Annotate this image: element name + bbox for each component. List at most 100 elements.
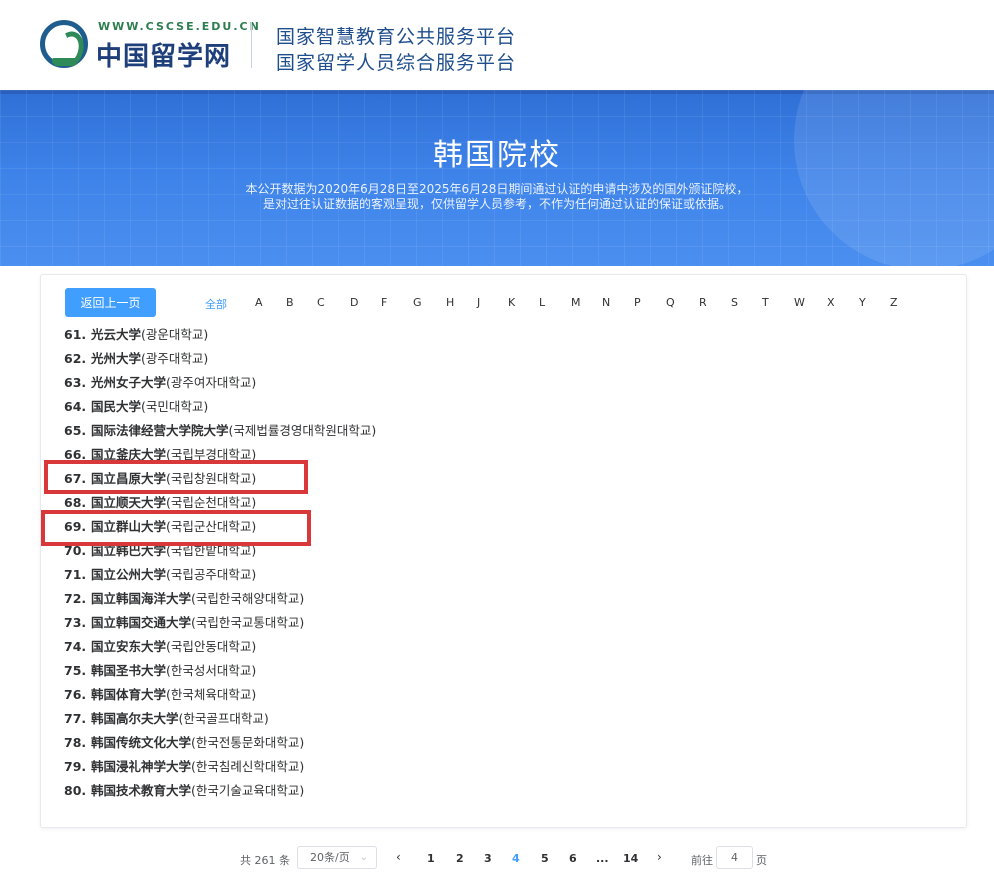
school-list: 61. 光云大学(광운대학교) 62. 光州大学(광주대학교) 63. 光州女子大学(광주… [64, 323, 944, 803]
school-number: 62. [64, 351, 87, 366]
letter-filter-g[interactable]: G [413, 296, 422, 309]
letter-filter-a[interactable]: A [255, 296, 263, 309]
school-name-cn: 韩国技术教育大学 [91, 783, 192, 798]
page-size-value: 20条/页 [310, 851, 350, 864]
school-name-kr: (국립공주대학교) [166, 567, 257, 582]
school-name-cn: 国民大学 [91, 399, 142, 414]
school-number: 65. [64, 423, 87, 438]
list-item[interactable]: 75. 韩国圣书大学(한국성서대학교) [64, 659, 944, 683]
school-name-cn: 韩国传统文化大学 [91, 735, 192, 750]
page-number-5[interactable]: 5 [541, 852, 549, 865]
page-number-4[interactable]: 4 [512, 852, 520, 865]
list-item[interactable]: 64. 国民大学(국민대학교) [64, 395, 944, 419]
page-number-14[interactable]: 14 [623, 852, 638, 865]
school-name-kr: (한국성서대학교) [166, 663, 257, 678]
school-name-cn: 韩国圣书大学 [91, 663, 167, 678]
page-number-2[interactable]: 2 [456, 852, 464, 865]
highlight-box-69 [41, 510, 311, 546]
list-item[interactable]: 73. 国立韩国交通大学(국립한국교통대학교) [64, 611, 944, 635]
school-number: 78. [64, 735, 87, 750]
school-name-cn: 国立韩国交通大学 [91, 615, 192, 630]
school-number: 79. [64, 759, 87, 774]
letter-filter-j[interactable]: J [477, 296, 480, 309]
school-name-cn: 国立安东大学 [91, 639, 167, 654]
letter-filter-d[interactable]: D [350, 296, 358, 309]
list-item[interactable]: 78. 韩国传统文化大学(한국전통문화대학교) [64, 731, 944, 755]
letter-filter-l[interactable]: L [539, 296, 545, 309]
school-name-cn: 韩国浸礼神学大学 [91, 759, 192, 774]
letter-filter-h[interactable]: H [446, 296, 454, 309]
back-button[interactable]: 返回上一页 [65, 288, 156, 317]
list-item[interactable]: 61. 光云大学(광운대학교) [64, 323, 944, 347]
list-item[interactable]: 62. 光州大学(광주대학교) [64, 347, 944, 371]
list-item[interactable]: 71. 国立公州大学(국립공주대학교) [64, 563, 944, 587]
chevron-right-icon[interactable]: › [657, 850, 662, 864]
list-item[interactable]: 76. 韩国体育大学(한국체육대학교) [64, 683, 944, 707]
school-number: 73. [64, 615, 87, 630]
list-item[interactable]: 77. 韩国高尔夫大学(한국골프대학교) [64, 707, 944, 731]
school-number: 61. [64, 327, 87, 342]
letter-filter-s[interactable]: S [731, 296, 738, 309]
school-number: 74. [64, 639, 87, 654]
logo-url: WWW.CSCSE.EDU.CN [98, 20, 261, 33]
pagination-total: 共 261 条 [240, 854, 290, 867]
highlight-box-67 [44, 460, 308, 494]
school-name-cn: 光云大学 [91, 327, 142, 342]
list-item[interactable]: 65. 国际法律经营大学院大学(국제법률경영대학원대학교) [64, 419, 944, 443]
school-name-kr: (국립한국교통대학교) [191, 615, 305, 630]
letter-filter-m[interactable]: M [571, 296, 581, 309]
chevron-left-icon[interactable]: ‹ [396, 850, 401, 864]
school-number: 77. [64, 711, 87, 726]
goto-label: 前往 [691, 854, 713, 867]
school-name-cn: 国际法律经营大学院大学 [91, 423, 229, 438]
letter-filter-b[interactable]: B [286, 296, 294, 309]
school-name-kr: (국제법률경영대학원대학교) [228, 423, 377, 438]
letter-filter-q[interactable]: Q [666, 296, 675, 309]
school-name-kr: (한국침례신학대학교) [191, 759, 305, 774]
page-ellipsis[interactable]: ... [596, 852, 609, 865]
banner-description-2: 是对过往认证数据的客观呈现，仅供留学人员参考，不作为任何通过认证的保证或依据。 [262, 197, 731, 211]
letter-filter-t[interactable]: T [762, 296, 769, 309]
list-item[interactable]: 72. 国立韩国海洋大学(국립한국해양대학교) [64, 587, 944, 611]
school-name-kr: (광주대학교) [141, 351, 209, 366]
school-name-kr: (국립안동대학교) [166, 639, 257, 654]
list-item[interactable]: 74. 国立安东大学(국립안동대학교) [64, 635, 944, 659]
letter-filter-x[interactable]: X [827, 296, 835, 309]
letter-filter-z[interactable]: Z [890, 296, 898, 309]
page-size-select[interactable]: 20条/页 ⌄ [297, 846, 377, 869]
page-suffix: 页 [756, 854, 767, 867]
header-divider [251, 22, 252, 68]
school-number: 76. [64, 687, 87, 702]
page-number-3[interactable]: 3 [484, 852, 492, 865]
site-logo[interactable]: WWW.CSCSE.EDU.CN 中国留学网 [38, 18, 259, 74]
school-name-kr: (한국전통문화대학교) [191, 735, 305, 750]
school-name-cn: 韩国体育大学 [91, 687, 167, 702]
school-name-kr: (광운대학교) [141, 327, 209, 342]
school-name-cn: 国立顺天大学 [91, 495, 167, 510]
list-item[interactable]: 79. 韩国浸礼神学大学(한국침례신학대학교) [64, 755, 944, 779]
letter-filter-p[interactable]: P [634, 296, 641, 309]
letter-filter-r[interactable]: R [699, 296, 707, 309]
list-item[interactable]: 80. 韩国技术教育大学(한국기술교육대학교) [64, 779, 944, 803]
page-number-1[interactable]: 1 [427, 852, 435, 865]
letter-filter-k[interactable]: K [508, 296, 515, 309]
list-item[interactable]: 63. 光州女子大学(광주여자대학교) [64, 371, 944, 395]
school-number: 80. [64, 783, 87, 798]
letter-filter-w[interactable]: W [794, 296, 805, 309]
chevron-down-icon: ⌄ [359, 852, 368, 863]
letter-filter-all[interactable]: 全部 [205, 296, 227, 312]
school-list-card: 返回上一页 全部 ABCDFGHJKLMNPQRSTWXYZ 61. 光云大学(광… [40, 274, 967, 828]
school-name-kr: (국민대학교) [141, 399, 209, 414]
school-number: 75. [64, 663, 87, 678]
page-number-6[interactable]: 6 [569, 852, 577, 865]
letter-filter-n[interactable]: N [602, 296, 610, 309]
letter-filter-c[interactable]: C [317, 296, 325, 309]
page-title: 韩国院校 [433, 138, 561, 173]
logo-book-icon [52, 58, 78, 66]
school-name-cn: 国立公州大学 [91, 567, 167, 582]
school-name-kr: (한국골프대학교) [178, 711, 269, 726]
letter-filter-y[interactable]: Y [859, 296, 866, 309]
letter-filter-f[interactable]: F [381, 296, 387, 309]
goto-page-input[interactable] [716, 846, 753, 869]
school-number: 64. [64, 399, 87, 414]
